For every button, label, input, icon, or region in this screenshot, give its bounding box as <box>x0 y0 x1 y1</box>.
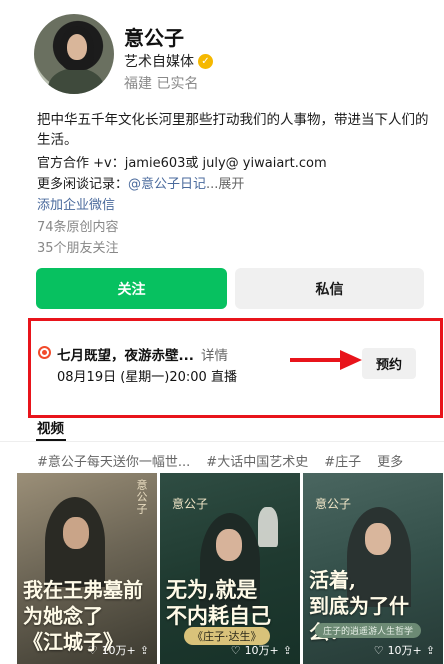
thumbnail-vertical-text: 意公子 <box>135 479 148 515</box>
video-title-line: 为她念了 <box>23 604 103 628</box>
video-tag: 庄子的逍遥游人生哲学 <box>315 623 422 638</box>
friends-following[interactable]: 35个朋友关注 <box>37 237 119 256</box>
live-title[interactable]: 七月既望，夜游赤壁... <box>57 344 194 364</box>
tag-chip[interactable]: #意公子每天送你一幅世... <box>37 451 190 470</box>
avatar[interactable] <box>34 14 114 94</box>
thumbnail-logo: 意公子 <box>172 497 209 511</box>
diary-account-link[interactable]: @意公子日记 <box>128 177 206 192</box>
video-views: 10万+ <box>101 644 136 657</box>
video-title-line: 我在王弗墓前 <box>23 578 143 602</box>
follow-button[interactable]: 关注 <box>36 268 227 309</box>
avatar-body <box>48 68 104 94</box>
message-button[interactable]: 私信 <box>235 268 424 309</box>
live-time: 08月19日 (星期一)20:00 直播 <box>57 370 237 385</box>
contact-info: 官方合作 +v：jamie603或 july@ yiwaiart.com <box>37 156 327 171</box>
video-title-line: 活着, <box>309 568 356 592</box>
original-count: 74条原创内容 <box>37 220 119 235</box>
profile-role: 艺术自媒体 ✓ <box>124 51 213 71</box>
tab-divider <box>0 441 444 442</box>
heart-icon: ♡ <box>230 643 241 657</box>
profile-location: 福建 已实名 <box>124 76 199 92</box>
profile-header: 意公子 艺术自媒体 ✓ 福建 已实名 <box>0 0 444 110</box>
verified-badge-icon: ✓ <box>198 53 213 69</box>
tag-chip[interactable]: #大话中国艺术史 <box>206 451 308 470</box>
video-views: 10万+ <box>387 644 422 657</box>
thumbnail-gown-figure <box>258 507 278 547</box>
video-title-line: 无为,就是 <box>166 577 258 602</box>
video-stats: ♡ 10万+ ⇪ <box>231 642 292 658</box>
live-icon <box>38 346 51 359</box>
video-stats: ♡ 10万+ ⇪ <box>374 642 435 658</box>
share-icon: ⇪ <box>425 643 435 657</box>
profile-role-label: 艺术自媒体 <box>124 54 194 70</box>
more-records-label: 更多闲谈记录： <box>37 177 129 192</box>
profile-name: 意公子 <box>124 26 184 50</box>
video-grid: 意公子 我在王弗墓前 为她念了 《江城子》 ♡ 10万+ ⇪ 意公子 无为,就是… <box>17 473 444 664</box>
heart-icon: ♡ <box>373 643 384 657</box>
red-arrow-annotation <box>290 350 362 370</box>
avatar-face <box>67 34 87 60</box>
video-stats: ♡ 10万+ ⇪ <box>88 642 149 658</box>
video-thumbnail[interactable]: 意公子 无为,就是 不内耗自己 《庄子·达生》 ♡ 10万+ ⇪ <box>160 473 300 664</box>
expand-bio-link[interactable]: ...展开 <box>206 177 244 192</box>
more-records: 更多闲谈记录：@意公子日记...展开 <box>37 173 244 192</box>
thumbnail-face <box>365 523 391 555</box>
live-detail-link[interactable]: 详情 <box>201 344 228 364</box>
profile-bio: 把中华五千年文化长河里那些打动我们的人事物，带进当下人们的生活。 <box>37 112 429 148</box>
heart-icon: ♡ <box>87 643 98 657</box>
video-title-line: 不内耗自己 <box>166 603 271 628</box>
video-views: 10万+ <box>244 644 279 657</box>
video-thumbnail[interactable]: 意公子 我在王弗墓前 为她念了 《江城子》 ♡ 10万+ ⇪ <box>17 473 157 664</box>
video-thumbnail[interactable]: 意公子 活着, 到底为了什么? 庄子的逍遥游人生哲学 ♡ 10万+ ⇪ <box>303 473 443 664</box>
tags-more-link[interactable]: 更多 <box>377 451 403 470</box>
book-live-button[interactable]: 预约 <box>362 348 416 379</box>
share-icon: ⇪ <box>139 643 149 657</box>
thumbnail-logo: 意公子 <box>315 497 352 511</box>
thumbnail-face <box>216 529 242 561</box>
share-icon: ⇪ <box>282 643 292 657</box>
tag-chip[interactable]: #庄子 <box>324 451 361 470</box>
thumbnail-face <box>63 517 89 549</box>
tag-bar: #意公子每天送你一幅世... #大话中国艺术史 #庄子 更多 <box>37 451 403 470</box>
tab-video[interactable]: 视频 <box>37 417 64 437</box>
video-title: 无为,就是 不内耗自己 <box>166 577 296 629</box>
enterprise-wechat-link[interactable]: 添加企业微信 <box>37 194 115 213</box>
